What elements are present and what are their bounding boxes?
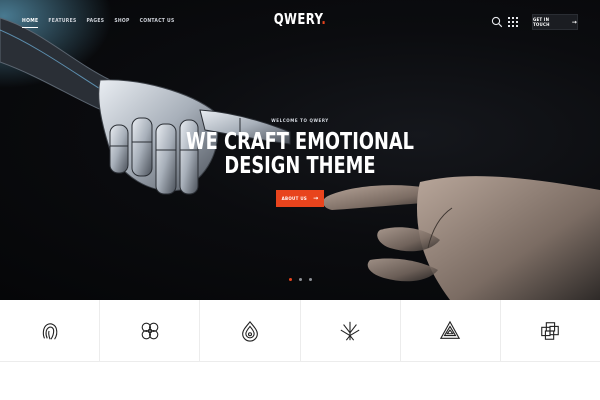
feature-cell-4[interactable]: [301, 300, 401, 361]
hero-section: HOME FEATURES PAGES SHOP CONTACT US QWER…: [0, 0, 600, 300]
grid-menu-icon[interactable]: [508, 17, 518, 27]
site-logo[interactable]: QWERY.: [66, 10, 534, 28]
triangle-spiral-icon: [440, 320, 461, 339]
hero-headline: WE CRAFT EMOTIONAL DESIGN THEME: [180, 130, 421, 178]
feature-cell-2[interactable]: [100, 300, 201, 361]
knot-pattern-icon: [141, 322, 159, 339]
feature-cell-3[interactable]: [200, 300, 301, 361]
hero-headline-line-1: WE CRAFT EMOTIONAL: [186, 129, 414, 155]
fingerprint-icon: [42, 322, 57, 340]
about-us-label: ABOUT US: [281, 196, 308, 201]
nav-item-home[interactable]: HOME: [22, 18, 39, 28]
top-navigation-bar: HOME FEATURES PAGES SHOP CONTACT US QWER…: [0, 0, 600, 44]
get-in-touch-label: GET IN TOUCH: [533, 17, 550, 27]
feature-cell-5[interactable]: [401, 300, 501, 361]
radiating-lines-icon: [340, 321, 360, 341]
feature-cell-6[interactable]: [501, 300, 600, 361]
drop-rings-icon: [242, 320, 258, 342]
feature-icon-strip: [0, 300, 600, 362]
arrow-right-icon: →: [571, 18, 577, 26]
hero-eyebrow: WELCOME TO QWERY: [271, 118, 329, 123]
slide-dot-1[interactable]: [289, 278, 292, 281]
logo-text: QWERY: [273, 10, 322, 28]
slide-dot-3[interactable]: [309, 278, 312, 281]
slide-dot-2[interactable]: [299, 278, 302, 281]
feature-cell-1[interactable]: [0, 300, 101, 361]
hero-headline-line-2: DESIGN THEME: [224, 153, 376, 179]
arrow-right-icon: →: [313, 195, 319, 202]
search-icon[interactable]: [491, 16, 503, 28]
slider-pagination: [289, 278, 312, 281]
get-in-touch-button[interactable]: GET IN TOUCH →: [532, 14, 578, 30]
about-us-button[interactable]: ABOUT US →: [276, 190, 324, 207]
interlocked-squares-icon: [541, 321, 560, 340]
logo-accent-dot: .: [321, 10, 327, 28]
